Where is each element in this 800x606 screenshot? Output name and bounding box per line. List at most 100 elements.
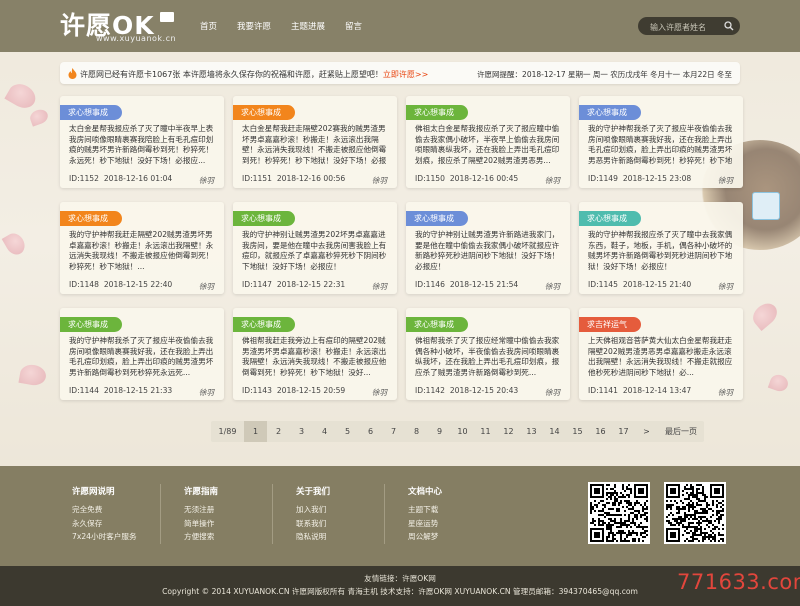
page-link[interactable]: 3 [290, 421, 313, 442]
footer-link[interactable]: 7x24小时客户服务 [72, 530, 137, 544]
wish-card[interactable]: 求心想事成 我的守护神帮我杀了灭了报应半夜偷偷去我房间唢像眼睛裹赛我好我，还在我脸… [60, 308, 224, 400]
wish-author: 徐羽 [717, 388, 733, 397]
search-input[interactable] [648, 20, 724, 34]
wish-id: ID:1141 [588, 386, 618, 395]
wish-id: ID:1150 [415, 174, 445, 183]
page-link[interactable]: 10 [451, 421, 474, 442]
wish-card[interactable]: 求心想事成我的守护神别让贼男渣男许新路进我家门，要是他在瞳中偷偷去我家偶小破坏就… [406, 202, 570, 294]
wish-category-tag: 求心想事成 [406, 317, 468, 332]
footer-link[interactable]: 完全免费 [72, 503, 137, 517]
page-link[interactable]: 2 [267, 421, 290, 442]
footer-link[interactable]: 加入我们 [296, 503, 330, 517]
wish-card[interactable]: 求心想事成 我的守护神帮我报应杀了灭了瞳中去我家偶东西，鞋子，地板，手机，偶各种小… [579, 202, 743, 294]
wish-id: ID:1148 [69, 280, 99, 289]
wish-id: ID:1147 [242, 280, 272, 289]
page-link[interactable]: 17 [612, 421, 635, 442]
footer-col-docs: 文档中心 主题下载 星座运势 周公解梦 [408, 485, 442, 544]
wish-card[interactable]: 求心想事成佛祖帮我赶走我旁边上有痘印的隔壁202贼男渣男坏男卓嘉嘉秒滚！秒搬走！… [233, 308, 397, 400]
wish-card[interactable]: 求心想事成 我的守护神别让贼男渣男202坏男卓嘉嘉进我房间，要是他在瞳中去我房间害… [233, 202, 397, 294]
wish-category-tag: 求心想事成 [233, 105, 295, 120]
wish-text: 我的守护神别让贼男渣男许新路进我家门，要是他在瞳中偷偷去我家偶小破坏就报应许新路… [415, 230, 560, 271]
wish-card[interactable]: 求心想事成太白金星帮我赶走隔壁202赛我的贼男渣男坏男卓嘉嘉秒滚！秒搬走！永远滚… [233, 96, 397, 188]
footer-link[interactable]: 星座运势 [408, 517, 442, 531]
footer-link[interactable]: 方便搜索 [184, 530, 218, 544]
wish-meta: ID:1147 2018-12-15 22:31 [242, 280, 345, 289]
footer-link[interactable]: 联系我们 [296, 517, 330, 531]
footer-col-about-site: 许愿网说明 完全免费 永久保存 7x24小时客户服务 [72, 485, 137, 544]
wish-author: 徐羽 [544, 282, 560, 291]
page-link[interactable]: 8 [405, 421, 428, 442]
wish-author: 徐羽 [544, 176, 560, 185]
page-link[interactable]: 11 [474, 421, 497, 442]
wish-id: ID:1142 [415, 386, 445, 395]
wish-meta: ID:1141 2018-12-14 13:47 [588, 386, 691, 395]
date-reminder: 许愿网提醒：2018-12-17 星期一 周一 农历戊戌年 冬月十一 本月22日… [477, 70, 732, 79]
page-link[interactable]: 15 [566, 421, 589, 442]
pagination: 1/89 1 2 3 4 5 6 7 8 9 10 11 12 13 14 15 16 17 > 最后一页 [211, 421, 704, 442]
wish-meta: ID:1150 2018-12-16 00:45 [415, 174, 518, 183]
wish-meta: ID:1148 2018-12-15 22:40 [69, 280, 172, 289]
footer-link[interactable]: 简单操作 [184, 517, 218, 531]
page-link[interactable]: 9 [428, 421, 451, 442]
wish-card[interactable]: 求心想事成 我的守护神帮我杀了灭了报应半夜偷偷去我房间唢像眼睛裹赛我好我，还在我脸… [579, 96, 743, 188]
wish-date: 2018-12-15 20:59 [276, 386, 346, 395]
wish-text: 我的守护神别让贼男渣男202坏男卓嘉嘉进我房间，要是他在瞳中去我房间害我脸上有痘… [242, 230, 387, 271]
wish-date: 2018-12-16 00:45 [449, 174, 519, 183]
wish-card[interactable]: 求心想事成佛祖帮我杀了灭了报应经常瞳中偷偷去我家偶各种小破坏，半夜偷偷去我房间唢… [406, 308, 570, 400]
footer-divider [272, 484, 273, 544]
nav-home[interactable]: 首页 [200, 20, 217, 32]
footer-link[interactable]: 隐私说明 [296, 530, 330, 544]
page-link[interactable]: 5 [336, 421, 359, 442]
page-link[interactable]: 1 [244, 421, 267, 442]
page-link[interactable]: 14 [543, 421, 566, 442]
side-contact-icon[interactable] [752, 192, 780, 220]
wish-category-tag: 求心想事成 [233, 317, 295, 332]
qr-code-icon [588, 482, 650, 544]
wish-text: 佛祖帮我杀了灭了报应经常瞳中偷偷去我家偶各种小破坏，半夜偷偷去我房间唢眼睛裹纵我… [415, 336, 560, 377]
next-page-button[interactable]: > [635, 421, 658, 442]
wish-id: ID:1144 [69, 386, 99, 395]
wish-card[interactable]: 求心想事成 佛祖太白金星帮我报应杀了灭了报应瞳中偷偷去我家偶小破坏，半夜早上偷偷去… [406, 96, 570, 188]
nav-theme-progress[interactable]: 主题进展 [291, 20, 325, 32]
notice-message: 许愿网已经有许愿卡1067张 本许愿墙将永久保存你的祝福和许愿，赶紧贴上愿望吧！… [80, 70, 429, 79]
footer-link[interactable]: 主题下载 [408, 503, 442, 517]
wish-text: 佛祖帮我赶走我旁边上有痘印的隔壁202贼男渣男坏男卓嘉嘉秒滚！秒搬走！永远滚出我… [242, 336, 387, 377]
wish-author: 徐羽 [544, 388, 560, 397]
wish-meta: ID:1152 2018-12-16 01:04 [69, 174, 172, 183]
page-link[interactable]: 7 [382, 421, 405, 442]
wish-text: 我的守护神帮我赶走隔壁202贼男渣男坏男卓嘉嘉秒滚！秒搬走！永远滚出我隔壁！永远… [69, 230, 214, 271]
wish-author: 徐羽 [198, 176, 214, 185]
search-icon[interactable] [724, 21, 734, 31]
nav-message[interactable]: 留言 [345, 20, 362, 32]
page-link[interactable]: 12 [497, 421, 520, 442]
footer-link[interactable]: 周公解梦 [408, 530, 442, 544]
make-wish-link[interactable]: 立即许愿>> [383, 70, 428, 79]
footer-col-title: 许愿网说明 [72, 487, 115, 497]
wish-text: 太白金星帮我赶走隔壁202赛我的贼男渣男坏男卓嘉嘉秒滚！秒搬走！永远滚出我隔壁！… [242, 124, 387, 165]
wish-card[interactable]: 求吉祥运气 上天佛祖观音菩萨黄大仙太白金星帮我赶走隔壁202贼男渣男恶男卓嘉嘉秒搬… [579, 308, 743, 400]
wish-card[interactable]: 求心想事成 我的守护神帮我赶走隔壁202贼男渣男坏男卓嘉嘉秒滚！秒搬走！永远滚出我… [60, 202, 224, 294]
nav-make-wish[interactable]: 我要许愿 [237, 20, 271, 32]
wish-meta: ID:1145 2018-12-15 21:40 [588, 280, 691, 289]
wish-id: ID:1149 [588, 174, 618, 183]
last-page-button[interactable]: 最后一页 [658, 421, 704, 442]
page-link[interactable]: 13 [520, 421, 543, 442]
wish-category-tag: 求心想事成 [60, 105, 122, 120]
site-logo[interactable]: 许愿OK www.xuyuanok.cn [60, 6, 180, 46]
wish-card[interactable]: 求心想事成 太白金星帮我报应杀了灭了瞳中半夜早上表我房间唢像眼睛裹赛我陪脸上有毛孔… [60, 96, 224, 188]
wish-category-tag: 求心想事成 [406, 105, 468, 120]
wish-meta: ID:1146 2018-12-15 21:54 [415, 280, 518, 289]
wish-meta: ID:1143 2018-12-15 20:59 [242, 386, 345, 395]
wish-meta: ID:1142 2018-12-15 20:43 [415, 386, 518, 395]
wish-category-tag: 求心想事成 [406, 211, 468, 226]
footer-link[interactable]: 永久保存 [72, 517, 137, 531]
wish-date: 2018-12-16 00:56 [276, 174, 346, 183]
page-link[interactable]: 16 [589, 421, 612, 442]
main-nav: 首页 我要许愿 主题进展 留言 [200, 20, 382, 32]
footer-col-about-us: 关于我们 加入我们 联系我们 隐私说明 [296, 485, 330, 544]
page-link[interactable]: 4 [313, 421, 336, 442]
footer-col-title: 许愿指南 [184, 487, 219, 497]
footer-link[interactable]: 无须注册 [184, 503, 218, 517]
page-info: 1/89 [218, 427, 237, 436]
page-link[interactable]: 6 [359, 421, 382, 442]
